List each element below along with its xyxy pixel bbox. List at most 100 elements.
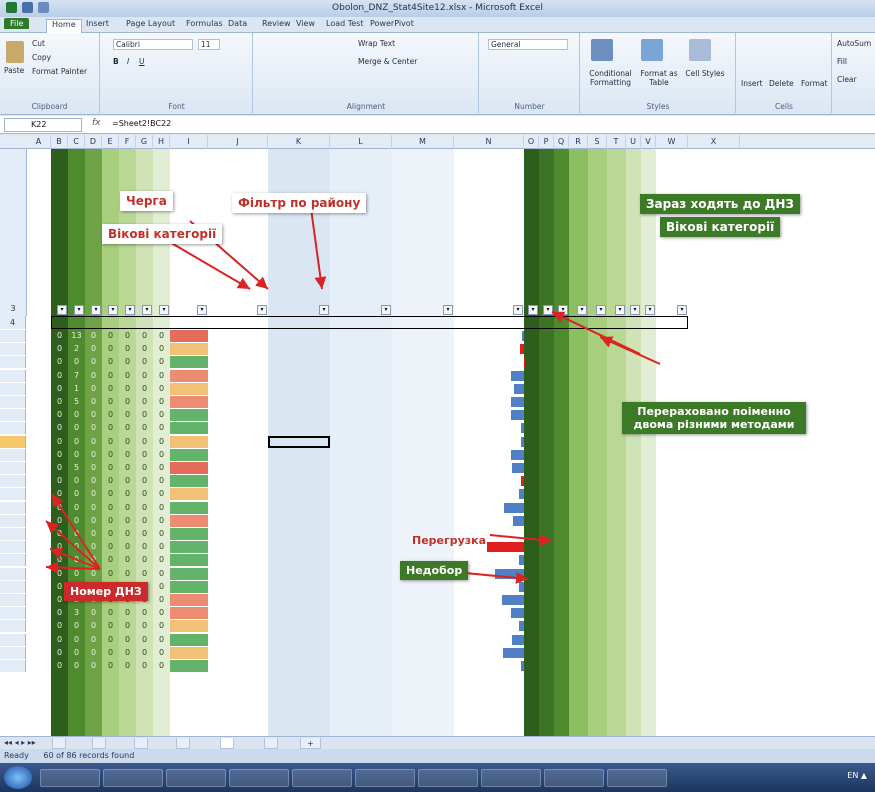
age-cell-C[interactable]: 0: [68, 488, 85, 500]
capacity-cell-K[interactable]: [268, 634, 330, 646]
capacity-cell-L[interactable]: [330, 660, 392, 672]
attend-cell-V[interactable]: [641, 620, 656, 632]
age-cell-D[interactable]: 0: [85, 449, 102, 461]
age-cell-E[interactable]: 0: [102, 396, 119, 408]
capacity-cell-L[interactable]: [330, 502, 392, 514]
age-cell-E[interactable]: 0: [102, 528, 119, 540]
age-cell-C[interactable]: 0: [68, 449, 85, 461]
tab-insert[interactable]: Insert: [86, 19, 109, 28]
capacity-cell-K[interactable]: [268, 435, 330, 448]
capacity-cell-K[interactable]: [268, 396, 330, 408]
dnz-number-cell[interactable]: [27, 554, 51, 566]
col-header-X[interactable]: X: [688, 135, 740, 149]
attend-cell-P[interactable]: [539, 581, 554, 593]
sheet-tab-sheet1[interactable]: [52, 738, 66, 749]
attend-cell-T[interactable]: [607, 647, 626, 659]
sheet-nav-arrows[interactable]: ◂◂ ◂ ▸ ▸▸: [4, 738, 36, 747]
age-cell-F[interactable]: 0: [119, 647, 136, 659]
attend-cell-S[interactable]: [588, 343, 607, 355]
dnz-number-cell[interactable]: [27, 541, 51, 553]
row-header[interactable]: [0, 633, 26, 646]
attend-cell-S[interactable]: [588, 330, 607, 342]
worksheet-grid[interactable]: 3 ▾ ▾ ▾ ▾ ▾ ▾ ▾ ▾ ▾ ▾ ▾ ▾ ▾ ▾ ▾ ▾ ▾ ▾ ▾ ▾ ▾ ▾ 4 0 13 0 0 0 0 0 0 2 0 0 0 0 0 0…: [0, 149, 875, 736]
age-cell-G[interactable]: 0: [136, 343, 153, 355]
capacity-cell-L[interactable]: [330, 647, 392, 659]
age-cell-G[interactable]: 0: [136, 554, 153, 566]
col-header-D[interactable]: D: [85, 135, 102, 149]
age-cell-H[interactable]: 0: [153, 660, 170, 672]
attend-cell-T[interactable]: [607, 528, 626, 540]
attend-cell-R[interactable]: [569, 422, 588, 434]
tab-formulas[interactable]: Formulas: [186, 19, 223, 28]
age-cell-C[interactable]: 1: [68, 383, 85, 395]
attend-cell-R[interactable]: [569, 330, 588, 342]
attend-cell-U[interactable]: [626, 647, 641, 659]
filter-button-R[interactable]: ▾: [577, 305, 587, 315]
filter-button-J[interactable]: ▾: [257, 305, 267, 315]
age-cell-D[interactable]: 0: [85, 502, 102, 514]
capacity-cell-M[interactable]: [392, 356, 454, 368]
attend-cell-S[interactable]: [588, 581, 607, 593]
capacity-cell-K[interactable]: [268, 422, 330, 434]
capacity-cell-K[interactable]: [268, 581, 330, 593]
age-cell-B[interactable]: 0: [51, 647, 68, 659]
age-cell-C[interactable]: 0: [68, 647, 85, 659]
attend-cell-S[interactable]: [588, 541, 607, 553]
age-cell-D[interactable]: 0: [85, 356, 102, 368]
row-header[interactable]: [0, 541, 26, 554]
filter-button-K[interactable]: ▾: [319, 305, 329, 315]
age-cell-D[interactable]: 0: [85, 660, 102, 672]
age-cell-F[interactable]: 0: [119, 554, 136, 566]
taskbar-item[interactable]: [103, 769, 163, 787]
age-cell-E[interactable]: 0: [102, 502, 119, 514]
col-header-A[interactable]: A: [27, 135, 51, 149]
district-cell[interactable]: [208, 502, 268, 514]
capacity-cell-M[interactable]: [392, 422, 454, 434]
attend-cell-T[interactable]: [607, 660, 626, 672]
age-cell-E[interactable]: 0: [102, 449, 119, 461]
age-cell-D[interactable]: 0: [85, 422, 102, 434]
age-cell-F[interactable]: 0: [119, 409, 136, 421]
capacity-cell-K[interactable]: [268, 409, 330, 421]
attend-cell-T[interactable]: [607, 620, 626, 632]
capacity-cell-M[interactable]: [392, 581, 454, 593]
age-cell-B[interactable]: 0: [51, 383, 68, 395]
age-cell-F[interactable]: 0: [119, 620, 136, 632]
dnz-number-cell[interactable]: [27, 581, 51, 593]
capacity-cell-M[interactable]: [392, 660, 454, 672]
capacity-cell-K[interactable]: [268, 370, 330, 382]
summa-cell[interactable]: [170, 646, 208, 659]
capacity-cell-L[interactable]: [330, 620, 392, 632]
filter-button-C[interactable]: ▾: [74, 305, 84, 315]
age-cell-H[interactable]: 0: [153, 422, 170, 434]
attend-cell-T[interactable]: [607, 475, 626, 487]
age-cell-H[interactable]: 0: [153, 436, 170, 448]
attend-cell-U[interactable]: [626, 607, 641, 619]
age-cell-G[interactable]: 0: [136, 330, 153, 342]
age-cell-C[interactable]: 0: [68, 436, 85, 448]
dnz-number-cell[interactable]: [27, 475, 51, 487]
col-header-V[interactable]: V: [641, 135, 656, 149]
age-cell-B[interactable]: 0: [51, 660, 68, 672]
dnz-number-cell[interactable]: [27, 409, 51, 421]
row-header[interactable]: [0, 448, 26, 461]
fill-button[interactable]: Fill: [837, 57, 847, 66]
age-cell-D[interactable]: 0: [85, 436, 102, 448]
age-cell-C[interactable]: 5: [68, 462, 85, 474]
attend-cell-V[interactable]: [641, 660, 656, 672]
attend-cell-V[interactable]: [641, 488, 656, 500]
load-cell[interactable]: [454, 607, 522, 619]
attend-cell-V[interactable]: [641, 541, 656, 553]
attend-cell-R[interactable]: [569, 541, 588, 553]
age-cell-E[interactable]: 0: [102, 370, 119, 382]
age-cell-H[interactable]: 0: [153, 383, 170, 395]
age-cell-F[interactable]: 0: [119, 488, 136, 500]
district-cell[interactable]: [208, 409, 268, 421]
attend-cell-Q[interactable]: [554, 620, 569, 632]
age-cell-G[interactable]: 0: [136, 475, 153, 487]
attend-cell-T[interactable]: [607, 343, 626, 355]
capacity-cell-L[interactable]: [330, 396, 392, 408]
attend-cell-P[interactable]: [539, 449, 554, 461]
row-header[interactable]: [0, 462, 26, 474]
age-cell-B[interactable]: 0: [51, 620, 68, 632]
